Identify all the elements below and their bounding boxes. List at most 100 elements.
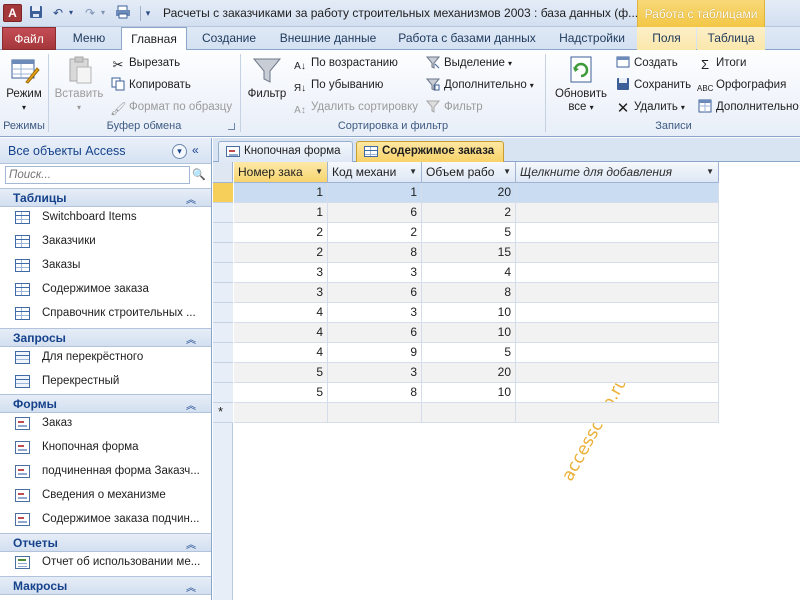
table-cell[interactable]: 3 [234,263,328,283]
nav-group-forms[interactable]: Формы ︽ [0,394,211,413]
table-cell[interactable]: 8 [328,383,422,403]
tab-home[interactable]: Главная [121,27,187,51]
nav-group-macros[interactable]: Макросы ︽ [0,576,211,595]
sort-descending-button[interactable]: Я↓ По убыванию [292,76,384,94]
column-dropdown-icon[interactable]: ▼ [409,162,417,182]
totals-button[interactable]: Σ Итоги [697,54,746,72]
empty-new-field-cell[interactable] [516,283,719,303]
nav-item-form[interactable]: подчиненная форма Заказч... [0,460,211,483]
tab-database-tools[interactable]: Работа с базами данных [392,27,542,50]
quick-print-icon[interactable] [114,5,132,21]
customize-qat-icon[interactable]: ▾ [143,5,153,21]
nav-item-table[interactable]: Заказчики [0,230,211,253]
table-cell[interactable]: 1 [234,183,328,203]
empty-new-field-cell[interactable] [516,203,719,223]
nav-group-queries[interactable]: Запросы ︽ [0,328,211,347]
table-cell[interactable]: 6 [328,203,422,223]
remove-sort-button[interactable]: A↕ Удалить сортировку [292,98,418,116]
new-record-cell[interactable] [516,403,719,423]
empty-new-field-cell[interactable] [516,363,719,383]
table-cell[interactable]: 8 [328,243,422,263]
record-selector[interactable] [213,303,233,323]
tab-menu[interactable]: Меню [64,27,114,50]
empty-new-field-cell[interactable] [516,243,719,263]
new-record-selector[interactable]: * [213,403,233,423]
table-cell[interactable]: 10 [422,323,516,343]
nav-item-form[interactable]: Кнопочная форма [0,436,211,459]
table-cell[interactable]: 4 [234,323,328,343]
column-header[interactable]: Номер зака ▼ [234,162,328,183]
record-selector[interactable] [213,263,233,283]
undo-dropdown-icon[interactable]: ▾ [66,5,76,21]
view-button[interactable]: Режим ▾ [2,54,46,114]
collapse-chevron-icon[interactable]: ︽ [186,191,196,206]
record-selector[interactable] [213,343,233,363]
table-cell[interactable]: 5 [422,223,516,243]
empty-new-field-cell[interactable] [516,383,719,403]
table-cell[interactable]: 4 [422,263,516,283]
nav-collapse-icon[interactable]: « [192,143,199,157]
table-cell[interactable]: 1 [328,183,422,203]
table-cell[interactable]: 2 [422,203,516,223]
toggle-filter-button[interactable]: Фильтр [425,98,483,116]
nav-menu-chevron-icon[interactable]: ▾ [172,144,187,159]
table-cell[interactable]: 5 [422,343,516,363]
nav-item-form[interactable]: Содержимое заказа подчин... [0,508,211,531]
new-record-cell[interactable] [234,403,328,423]
collapse-chevron-icon[interactable]: ︽ [186,397,196,412]
nav-item-table[interactable]: Содержимое заказа [0,278,211,301]
tab-table[interactable]: Таблица [697,27,765,50]
save-icon[interactable] [28,5,44,21]
empty-new-field-cell[interactable] [516,263,719,283]
nav-item-query[interactable]: Для перекрёстного [0,346,211,369]
nav-pane-header[interactable]: Все объекты Access ▾ « [0,138,211,164]
table-cell[interactable]: 2 [234,243,328,263]
nav-group-tables[interactable]: Таблицы ︽ [0,188,211,207]
table-cell[interactable]: 9 [328,343,422,363]
table-cell[interactable]: 10 [422,383,516,403]
record-selector[interactable] [213,363,233,383]
nav-item-table[interactable]: Справочник строительных ... [0,302,211,325]
table-cell[interactable]: 4 [234,343,328,363]
record-selector[interactable] [213,383,233,403]
record-selector[interactable] [213,223,233,243]
table-cell[interactable]: 20 [422,183,516,203]
table-cell[interactable]: 4 [234,303,328,323]
table-cell[interactable]: 6 [328,283,422,303]
search-icon[interactable]: 🔍 [192,168,206,181]
more-records-button[interactable]: Дополнительно [697,98,799,116]
advanced-filter-button[interactable]: Дополнительно ▾ [425,76,534,94]
table-cell[interactable]: 10 [422,303,516,323]
nav-item-table[interactable]: Заказы [0,254,211,277]
table-cell[interactable]: 2 [234,223,328,243]
collapse-chevron-icon[interactable]: ︽ [186,536,196,551]
tab-fields[interactable]: Поля [637,27,696,50]
selection-button[interactable]: Выделение ▾ [425,54,512,72]
delete-button[interactable]: ✕ Удалить ▾ [615,98,685,117]
collapse-chevron-icon[interactable]: ︽ [186,579,196,594]
empty-new-field-cell[interactable] [516,183,719,203]
table-cell[interactable]: 5 [234,383,328,403]
filter-button[interactable]: Фильтр [245,54,289,101]
record-selector[interactable] [213,283,233,303]
cut-button[interactable]: ✂ Вырезать [110,54,181,72]
nav-item-query[interactable]: Перекрестный [0,370,211,393]
tab-add-ins[interactable]: Надстройки [549,27,635,50]
spelling-button[interactable]: ABC Орфография [697,76,786,94]
format-painter-button[interactable]: 🖌 Формат по образцу [110,98,232,116]
tab-create[interactable]: Создание [193,27,265,50]
empty-new-field-cell[interactable] [516,343,719,363]
column-dropdown-icon[interactable]: ▼ [706,162,714,182]
save-record-button[interactable]: Сохранить [615,76,691,94]
add-new-field-header[interactable]: Щелкните для добавления ▼ [516,162,719,183]
doc-tab-order-contents[interactable]: Содержимое заказа [356,141,504,162]
table-cell[interactable]: 3 [328,303,422,323]
record-selector[interactable] [213,243,233,263]
tab-file[interactable]: Файл [2,27,56,50]
new-record-cell[interactable] [422,403,516,423]
record-selector[interactable] [213,323,233,343]
table-cell[interactable]: 5 [234,363,328,383]
table-cell[interactable]: 2 [328,223,422,243]
table-cell[interactable]: 3 [328,263,422,283]
nav-item-report[interactable]: Отчет об использовании ме... [0,551,211,574]
